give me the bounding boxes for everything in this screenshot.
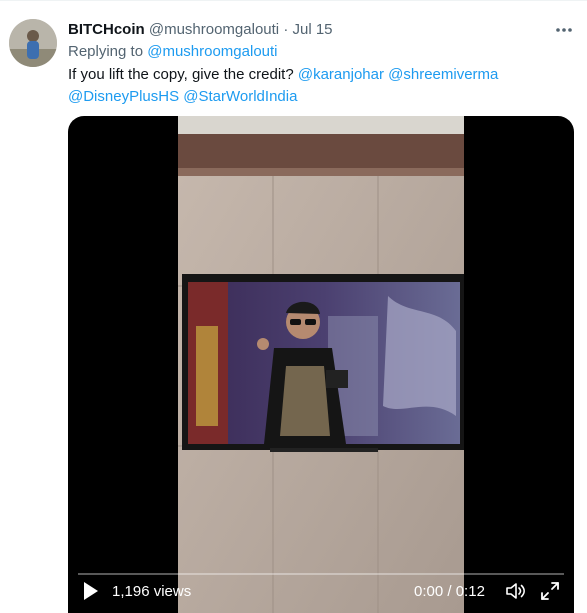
view-count: 1,196 views xyxy=(112,583,192,600)
volume-icon[interactable] xyxy=(504,580,526,602)
more-horizontal-icon xyxy=(556,28,572,32)
tweet-text: If you lift the copy, give the credit? @… xyxy=(68,64,568,108)
video-controls: 1,196 views 0:00 / 0:12 xyxy=(68,567,574,613)
more-button[interactable] xyxy=(552,20,576,40)
replying-to: Replying to @mushroomgalouti xyxy=(68,42,278,62)
user-handle[interactable]: @mushroomgalouti xyxy=(149,21,279,38)
mention-link[interactable]: @karanjohar xyxy=(298,66,384,83)
avatar-image xyxy=(9,19,57,67)
top-divider xyxy=(0,0,587,1)
time-current: 0:00 xyxy=(414,583,444,600)
tweet-body: If you lift the copy, give the credit? xyxy=(68,66,294,83)
fullscreen-icon[interactable] xyxy=(539,580,561,602)
time-total: 0:12 xyxy=(455,583,485,600)
play-icon[interactable] xyxy=(82,581,100,601)
tweet-date[interactable]: Jul 15 xyxy=(292,21,332,38)
time-separator: / xyxy=(447,583,452,600)
mention-link[interactable]: @shreemiverma xyxy=(388,66,498,83)
avatar[interactable] xyxy=(9,19,57,67)
display-name[interactable]: BITCHcoin xyxy=(68,21,145,38)
video-still xyxy=(178,116,464,613)
header-separator: · xyxy=(283,21,289,38)
video-player[interactable]: 1,196 views 0:00 / 0:12 xyxy=(68,116,574,613)
video-progress-bar[interactable] xyxy=(78,573,564,575)
time-readout: 0:00 / 0:12 xyxy=(414,582,485,602)
tweet-header: BITCHcoin @mushroomgalouti · Jul 15 xyxy=(68,20,333,40)
mention-link[interactable]: @StarWorldIndia xyxy=(183,88,297,105)
video-frame xyxy=(178,116,464,613)
replying-handle-link[interactable]: @mushroomgalouti xyxy=(147,43,277,60)
replying-prefix: Replying to xyxy=(68,43,144,60)
mention-link[interactable]: @DisneyPlusHS xyxy=(68,88,179,105)
